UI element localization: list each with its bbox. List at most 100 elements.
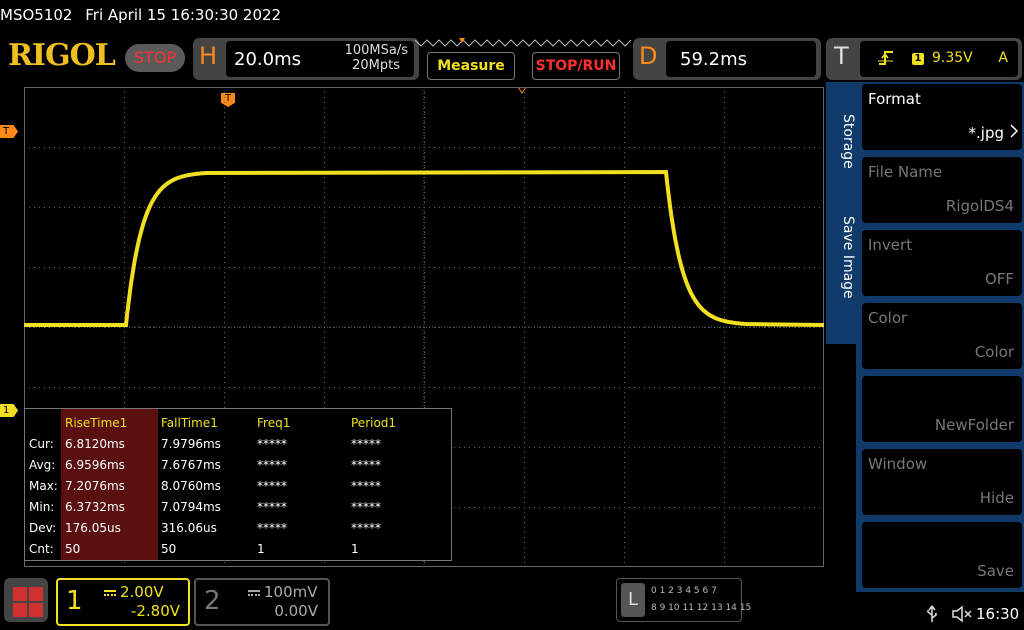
table-row: Max: 7.2076ms 8.0760ms ***** ***** [25, 476, 451, 496]
row-label: Min: [29, 500, 55, 514]
column-header[interactable]: FallTime1 [161, 416, 218, 430]
ch1-offset-marker[interactable]: 1 [0, 404, 18, 417]
logic-row-1: 0 1 2 3 4 5 6 7 [651, 586, 717, 596]
status-icons [926, 604, 973, 623]
menu-item-value: *.jpg [968, 124, 1004, 142]
trigger-letter: T [834, 42, 849, 70]
speaker-muted-icon[interactable] [951, 604, 973, 623]
rising-edge-icon [878, 51, 893, 65]
save-menu-item[interactable]: Save [862, 522, 1022, 588]
file-name-menu-item[interactable]: File Name RigolDS4 [862, 157, 1022, 223]
row-label: Max: [29, 479, 58, 493]
table-cell: 6.9596ms [65, 458, 125, 472]
ch2-offset: 0.00V [274, 602, 318, 620]
menu-item-value: RigolDS4 [945, 197, 1014, 215]
model-name: MSO5102 [0, 6, 73, 24]
table-header: RiseTime1 FallTime1 Freq1 Period1 [25, 413, 451, 433]
table-cell: 7.6767ms [161, 458, 221, 472]
table-cell: 1 [257, 542, 265, 556]
grid-icon [29, 587, 43, 601]
logic-channels-button[interactable]: L 0 1 2 3 4 5 6 7 8 9 10 11 12 13 14 15 [616, 578, 751, 622]
column-header[interactable]: Period1 [351, 416, 396, 430]
invert-menu-item[interactable]: Invert OFF [862, 230, 1022, 296]
menu-item-title: File Name [868, 163, 943, 181]
grid-icon [13, 603, 27, 617]
table-cell: ***** [351, 458, 381, 472]
new-folder-menu-item[interactable]: NewFolder [862, 376, 1022, 442]
trigger-button[interactable]: T 1 9.35V A [826, 38, 1022, 80]
menu-item-title: Invert [868, 236, 913, 254]
menu-item-title: Color [868, 309, 908, 327]
storage-tab[interactable]: Storage [826, 114, 856, 169]
ch1-number: 1 [66, 586, 83, 616]
delay-letter: D [639, 42, 658, 70]
table-cell: 6.3732ms [65, 500, 125, 514]
table-cell: 50 [161, 542, 177, 556]
ch1-settings-button[interactable]: 1 2.00V -2.80V [56, 578, 190, 626]
trigger-source-badge: 1 [912, 53, 924, 65]
trigger-display: 1 9.35V A [860, 41, 1018, 77]
dc-coupling-icon [104, 589, 116, 596]
grid-icon [13, 587, 27, 601]
menu-item-value: NewFolder [934, 416, 1014, 434]
measurement-table: RiseTime1 FallTime1 Freq1 Period1 Cur: 6… [24, 408, 452, 561]
row-label: Cur: [29, 437, 54, 451]
run-state-button[interactable]: STOP [125, 44, 185, 72]
ch2-settings-button[interactable]: 2 100mV 0.00V [194, 578, 330, 626]
table-row: Dev: 176.05us 316.06us ***** ***** [25, 518, 451, 538]
clock: 16:30 [976, 605, 1020, 623]
row-label: Dev: [29, 521, 57, 535]
dc-coupling-icon [248, 589, 260, 596]
table-cell: 7.2076ms [65, 479, 125, 493]
horizontal-letter: H [199, 42, 218, 70]
column-header[interactable]: Freq1 [257, 416, 290, 430]
menu-item-value: Hide [979, 489, 1014, 507]
table-cell: ***** [351, 437, 381, 451]
column-header[interactable]: RiseTime1 [65, 416, 127, 430]
trigger-level-marker[interactable]: T [0, 125, 18, 138]
menu-item-value: Color [974, 343, 1014, 361]
memory-position-bar [414, 38, 632, 47]
horizontal-display: 20.0ms 100MSa/s 20Mpts [226, 41, 414, 77]
table-cell: ***** [257, 458, 287, 472]
table-cell: ***** [257, 500, 287, 514]
stop-run-button[interactable]: STOP/RUN [532, 52, 620, 80]
delay-value: 59.2ms [680, 49, 747, 70]
logic-letter: L [621, 583, 645, 617]
ch1-offset: -2.80V [130, 602, 180, 620]
rigol-logo: RIGOL [8, 38, 116, 73]
table-row: Cnt: 50 50 1 1 [25, 539, 451, 559]
save-image-tab[interactable]: Save Image [826, 216, 856, 299]
side-menu-tabs: Storage Save Image [826, 82, 856, 344]
row-label: Cnt: [29, 542, 54, 556]
title-line: MSO5102 Fri April 15 16:30:30 2022 [0, 6, 289, 26]
memory-depth: 20Mpts [352, 58, 400, 73]
table-cell: ***** [257, 479, 287, 493]
color-menu-item[interactable]: Color Color [862, 303, 1022, 369]
app-menu-button[interactable] [4, 578, 48, 622]
menu-item-title: Window [868, 455, 928, 473]
chevron-right-icon [1010, 124, 1018, 138]
ch1-scale: 2.00V [104, 583, 164, 601]
table-cell: ***** [257, 437, 287, 451]
delay-button[interactable]: D 59.2ms [633, 38, 821, 80]
format-menu-item[interactable]: Format *.jpg [862, 84, 1022, 150]
table-cell: 6.8120ms [65, 437, 125, 451]
table-cell: 7.0794ms [161, 500, 221, 514]
ch2-scale: 100mV [248, 583, 318, 601]
table-cell: 1 [351, 542, 359, 556]
usb-icon[interactable] [926, 605, 938, 623]
datetime: Fri April 15 16:30:30 2022 [85, 6, 282, 24]
table-cell: 316.06us [161, 521, 217, 535]
table-row: Avg: 6.9596ms 7.6767ms ***** ***** [25, 455, 451, 475]
ch1-scale-value: 2.00V [120, 583, 164, 601]
window-menu-item[interactable]: Window Hide [862, 449, 1022, 515]
menu-item-value: OFF [984, 270, 1014, 288]
table-cell: 176.05us [65, 521, 121, 535]
horizontal-button[interactable]: H 20.0ms 100MSa/s 20Mpts [193, 38, 419, 80]
trigger-level: 9.35V [932, 50, 973, 66]
table-cell: 8.0760ms [161, 479, 221, 493]
measure-button[interactable]: Measure [427, 52, 515, 80]
delay-display: 59.2ms [666, 41, 816, 77]
trigger-coupling: A [998, 50, 1008, 66]
